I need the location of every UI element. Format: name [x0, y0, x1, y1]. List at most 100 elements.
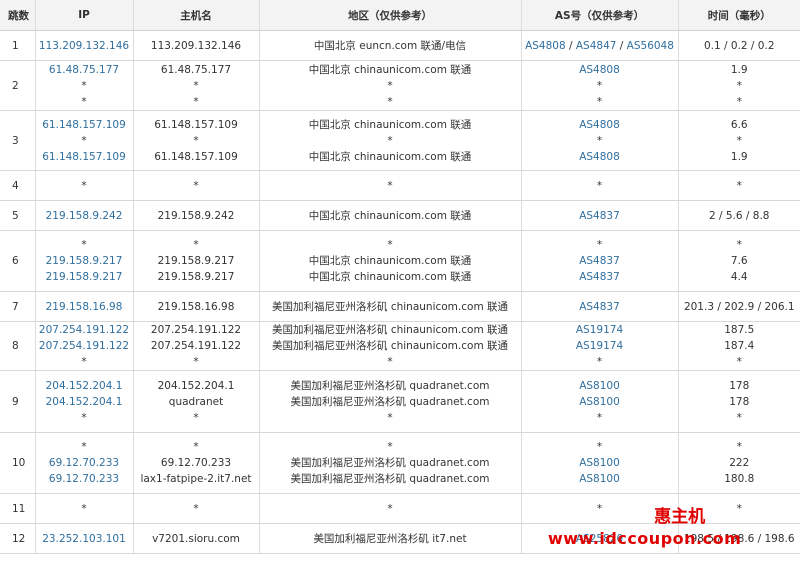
asn-link[interactable]: AS4808: [579, 151, 620, 163]
watermark-url: www.idccoupon.com: [548, 529, 742, 548]
asn-link[interactable]: AS4837: [579, 210, 620, 222]
ip-link[interactable]: 113.209.132.146: [36, 38, 133, 54]
ip-link[interactable]: 207.254.191.122: [36, 322, 133, 338]
asn-line: AS8100: [522, 394, 678, 410]
region-cell: 美国加利福尼亚州洛杉矶 it7.net: [259, 523, 522, 554]
hop-number: 5: [0, 200, 36, 231]
host-cell: 219.158.9.242: [133, 200, 260, 231]
region-value: 中国北京 chinaunicom.com 联通: [308, 63, 472, 76]
region-cell: 中国北京 chinaunicom.com 联通 * 中国北京 chinaunicom…: [259, 110, 522, 171]
ip-cell: * 219.158.9.217 219.158.9.217: [35, 230, 134, 292]
asn-link[interactable]: AS4837: [579, 271, 620, 283]
table-row: 9 204.152.204.1 204.152.204.1 * 204.152.204.…: [0, 370, 800, 433]
asn-line: *: [522, 133, 678, 149]
region-value: *: [387, 411, 393, 424]
time-value: *: [736, 79, 742, 92]
time-value: *: [736, 134, 742, 147]
watermark-cn: 惠主机: [654, 507, 706, 527]
ip-link[interactable]: 207.254.191.122: [36, 338, 133, 354]
asn-cell: AS8100 AS8100 *: [521, 370, 679, 433]
asn-link[interactable]: AS4837: [579, 255, 620, 267]
host-value: 69.12.70.233: [160, 457, 232, 469]
host-value: 61.148.157.109: [154, 150, 238, 163]
ip-link[interactable]: 219.158.9.217: [36, 269, 133, 285]
region-value: 美国加利福尼亚州洛杉矶 chinaunicom.com 联通: [271, 340, 509, 352]
region-cell: * 中国北京 chinaunicom.com 联通 中国北京 chinaunicom…: [259, 230, 522, 292]
region-cell: 美国加利福尼亚州洛杉矶 quadranet.com 美国加利福尼亚州洛杉矶 qua…: [259, 370, 522, 433]
ip-link[interactable]: 61.148.157.109: [36, 117, 133, 133]
ip-link[interactable]: 219.158.9.217: [36, 253, 133, 269]
host-cell: v7201.sioru.com: [133, 523, 260, 554]
asn-link[interactable]: AS8100: [579, 457, 620, 469]
host-value: *: [193, 179, 199, 192]
ip-cell: 207.254.191.122 207.254.191.122 *: [35, 321, 134, 371]
ip-link[interactable]: 219.158.16.98: [36, 299, 133, 315]
region-cell: * 美国加利福尼亚州洛杉矶 quadranet.com 美国加利福尼亚州洛杉矶 qu…: [259, 432, 522, 494]
host-value: 61.48.75.177: [160, 63, 232, 76]
asn-line: AS8100: [522, 455, 678, 471]
region-value: *: [387, 356, 393, 368]
asn-link[interactable]: AS8100: [579, 396, 620, 408]
asn-link[interactable]: AS8100: [579, 473, 620, 485]
ip-value: *: [81, 502, 87, 515]
asn-cell: *: [521, 170, 679, 201]
time-cell: 6.6 * 1.9: [678, 110, 800, 171]
host-value: 61.148.157.109: [154, 118, 238, 131]
hop-number: 8: [0, 321, 36, 371]
time-value: 201.3 / 202.9 / 206.1: [683, 300, 795, 313]
time-value: 1.9: [730, 150, 748, 163]
hop-number: 2: [0, 60, 36, 111]
asn-line: AS4837: [522, 208, 678, 224]
asn-line: AS4808: [522, 117, 678, 133]
ip-link[interactable]: 23.252.103.101: [36, 531, 133, 547]
asn-link[interactable]: AS19174: [576, 324, 623, 336]
asn-cell: AS19174 AS19174 *: [521, 321, 679, 371]
host-cell: *: [133, 170, 260, 201]
time-value: 4.4: [730, 271, 748, 283]
asn-link[interactable]: AS8100: [579, 380, 620, 392]
asn-cell: AS4808 / AS4847 / AS56048: [521, 30, 679, 61]
asn-link[interactable]: AS19174: [576, 340, 623, 352]
region-cell: *: [259, 170, 522, 201]
asn-line: AS8100: [522, 378, 678, 394]
ip-link[interactable]: 69.12.70.233: [36, 455, 133, 471]
asn-line: AS4837: [522, 253, 678, 269]
asn-value: *: [596, 239, 603, 251]
time-value: *: [736, 441, 742, 453]
ip-link[interactable]: 61.48.75.177: [36, 62, 133, 78]
ip-value: *: [81, 441, 87, 453]
region-value: 美国加利福尼亚州洛杉矶 it7.net: [313, 532, 467, 545]
time-value: 187.5: [724, 324, 755, 336]
hop-number: 9: [0, 370, 36, 433]
host-value: *: [193, 95, 199, 108]
asn-link[interactable]: AS4808: [579, 64, 620, 76]
region-value: 中国北京 chinaunicom.com 联通: [308, 271, 472, 283]
host-value: 204.152.204.1: [157, 379, 235, 392]
time-cell: 2 / 5.6 / 8.8: [678, 200, 800, 231]
host-value: v7201.sioru.com: [152, 532, 240, 545]
header-hop: 跳数: [0, 0, 36, 31]
asn-line: AS19174: [522, 338, 678, 354]
region-value: 美国加利福尼亚州洛杉矶 chinaunicom.com 联通: [271, 300, 509, 313]
ip-link[interactable]: 69.12.70.233: [36, 471, 133, 487]
host-value: 207.254.191.122: [150, 340, 242, 352]
host-value: 219.158.9.242: [157, 209, 235, 222]
ip-link[interactable]: 61.148.157.109: [36, 149, 133, 165]
table-row: 5 219.158.9.242 219.158.9.242 中国北京 chinauni…: [0, 200, 800, 231]
time-cell: 187.5 187.4 *: [678, 321, 800, 371]
asn-link[interactable]: AS56048: [627, 40, 674, 52]
asn-cell: AS4837: [521, 291, 679, 322]
asn-link[interactable]: AS4837: [579, 301, 620, 313]
ip-link[interactable]: 204.152.204.1: [36, 394, 133, 410]
asn-link[interactable]: AS4808: [579, 119, 620, 131]
ip-link[interactable]: 219.158.9.242: [36, 208, 133, 224]
header-host: 主机名: [133, 0, 260, 31]
region-value: 中国北京 chinaunicom.com 联通: [308, 150, 472, 163]
ip-link[interactable]: 204.152.204.1: [36, 378, 133, 394]
asn-line: *: [522, 439, 678, 455]
region-value: 美国加利福尼亚州洛杉矶 quadranet.com: [290, 379, 490, 392]
asn-link[interactable]: AS4847: [576, 40, 617, 52]
asn-link[interactable]: AS4808: [525, 40, 566, 52]
asn-cell: AS4808 * AS4808: [521, 110, 679, 171]
host-value: *: [193, 441, 199, 453]
